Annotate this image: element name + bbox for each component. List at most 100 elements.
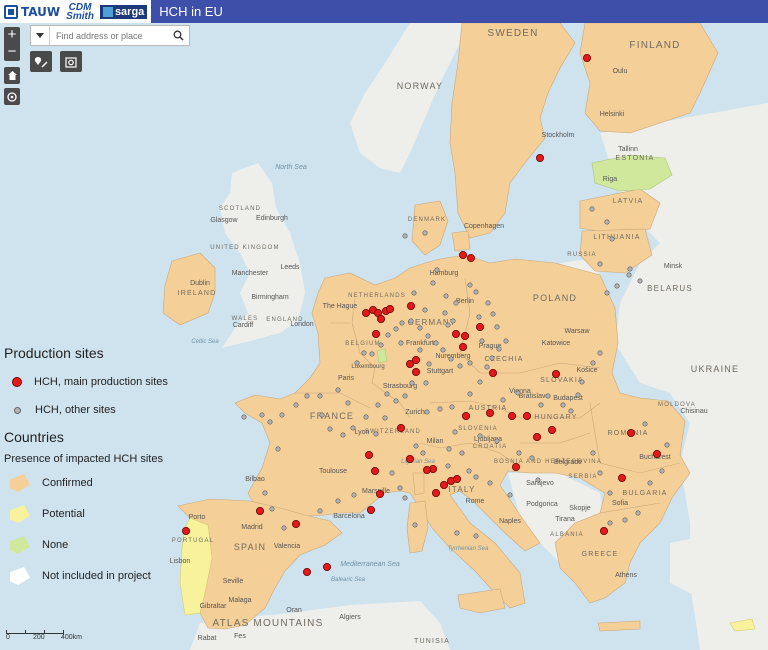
other-site-marker[interactable]: [500, 397, 506, 403]
other-site-marker[interactable]: [453, 300, 459, 306]
other-site-marker[interactable]: [454, 530, 460, 536]
other-site-marker[interactable]: [375, 402, 381, 408]
other-site-marker[interactable]: [393, 398, 399, 404]
other-site-marker[interactable]: [434, 267, 440, 273]
main-production-site-marker[interactable]: [488, 368, 497, 377]
denmark-zealand[interactable]: [451, 230, 471, 252]
other-site-marker[interactable]: [503, 338, 509, 344]
other-site-marker[interactable]: [485, 300, 491, 306]
other-site-marker[interactable]: [440, 347, 446, 353]
other-site-marker[interactable]: [445, 463, 451, 469]
main-production-site-marker[interactable]: [291, 519, 300, 528]
other-site-marker[interactable]: [446, 446, 452, 452]
other-site-marker[interactable]: [437, 406, 443, 412]
main-production-site-marker[interactable]: [523, 411, 532, 420]
main-production-site-marker[interactable]: [485, 408, 494, 417]
other-site-marker[interactable]: [467, 282, 473, 288]
other-site-marker[interactable]: [589, 206, 595, 212]
other-site-marker[interactable]: [604, 290, 610, 296]
main-production-site-marker[interactable]: [364, 450, 373, 459]
other-site-marker[interactable]: [412, 522, 418, 528]
other-site-marker[interactable]: [575, 392, 581, 398]
other-site-marker[interactable]: [442, 310, 448, 316]
zoom-out-button[interactable]: −: [4, 44, 20, 61]
other-site-marker[interactable]: [515, 390, 521, 396]
other-site-marker[interactable]: [448, 356, 454, 362]
main-production-site-marker[interactable]: [600, 526, 609, 535]
other-site-marker[interactable]: [477, 433, 483, 439]
home-button[interactable]: [4, 67, 20, 84]
main-production-site-marker[interactable]: [653, 449, 662, 458]
other-site-marker[interactable]: [467, 391, 473, 397]
other-site-marker[interactable]: [473, 533, 479, 539]
other-site-marker[interactable]: [393, 326, 399, 332]
main-production-site-marker[interactable]: [627, 428, 636, 437]
other-site-marker[interactable]: [457, 363, 463, 369]
other-site-marker[interactable]: [449, 404, 455, 410]
search-input[interactable]: [50, 30, 168, 41]
main-production-site-marker[interactable]: [411, 367, 420, 376]
other-site-marker[interactable]: [269, 506, 275, 512]
other-site-marker[interactable]: [317, 393, 323, 399]
other-site-marker[interactable]: [647, 480, 653, 486]
main-production-site-marker[interactable]: [302, 568, 311, 577]
other-site-marker[interactable]: [477, 379, 483, 385]
other-site-marker[interactable]: [426, 361, 432, 367]
other-site-marker[interactable]: [597, 470, 603, 476]
other-site-marker[interactable]: [494, 324, 500, 330]
other-site-marker[interactable]: [473, 474, 479, 480]
main-production-site-marker[interactable]: [533, 432, 542, 441]
main-production-site-marker[interactable]: [452, 474, 461, 483]
other-site-marker[interactable]: [430, 280, 436, 286]
main-production-site-marker[interactable]: [583, 53, 592, 62]
other-site-marker[interactable]: [568, 408, 574, 414]
other-site-marker[interactable]: [466, 468, 472, 474]
other-site-marker[interactable]: [545, 393, 551, 399]
other-site-marker[interactable]: [516, 450, 522, 456]
other-site-marker[interactable]: [335, 498, 341, 504]
other-site-marker[interactable]: [361, 350, 367, 356]
other-site-marker[interactable]: [402, 233, 408, 239]
main-production-site-marker[interactable]: [255, 506, 264, 515]
main-production-site-marker[interactable]: [396, 423, 405, 432]
main-production-site-marker[interactable]: [385, 304, 394, 313]
other-site-marker[interactable]: [473, 289, 479, 295]
other-site-marker[interactable]: [590, 360, 596, 366]
other-site-marker[interactable]: [402, 495, 408, 501]
other-site-marker[interactable]: [635, 510, 641, 516]
other-site-marker[interactable]: [443, 293, 449, 299]
measure-tool-button[interactable]: [30, 51, 52, 72]
main-production-site-marker[interactable]: [376, 314, 385, 323]
other-site-marker[interactable]: [659, 468, 665, 474]
main-production-site-marker[interactable]: [370, 466, 379, 475]
other-site-marker[interactable]: [398, 340, 404, 346]
main-production-site-marker[interactable]: [466, 253, 475, 262]
other-site-marker[interactable]: [241, 414, 247, 420]
locate-button[interactable]: [4, 88, 20, 105]
main-production-site-marker[interactable]: [422, 465, 431, 474]
screenshot-tool-button[interactable]: [60, 51, 82, 72]
other-site-marker[interactable]: [420, 450, 426, 456]
other-site-marker[interactable]: [614, 283, 620, 289]
other-site-marker[interactable]: [413, 443, 419, 449]
other-site-marker[interactable]: [445, 322, 451, 328]
other-site-marker[interactable]: [450, 318, 456, 324]
other-site-marker[interactable]: [560, 402, 566, 408]
other-site-marker[interactable]: [507, 492, 513, 498]
other-site-marker[interactable]: [335, 387, 341, 393]
other-site-marker[interactable]: [389, 470, 395, 476]
other-site-marker[interactable]: [529, 455, 535, 461]
other-site-marker[interactable]: [467, 360, 473, 366]
other-site-marker[interactable]: [351, 492, 357, 498]
other-site-marker[interactable]: [340, 432, 346, 438]
other-site-marker[interactable]: [369, 351, 375, 357]
main-production-site-marker[interactable]: [461, 411, 470, 420]
other-site-marker[interactable]: [627, 266, 633, 272]
search-button[interactable]: [168, 26, 188, 45]
main-production-site-marker[interactable]: [406, 301, 415, 310]
other-site-marker[interactable]: [489, 355, 495, 361]
main-production-site-marker[interactable]: [439, 480, 448, 489]
main-production-site-marker[interactable]: [322, 563, 331, 572]
other-site-marker[interactable]: [417, 325, 423, 331]
other-site-marker[interactable]: [378, 342, 384, 348]
